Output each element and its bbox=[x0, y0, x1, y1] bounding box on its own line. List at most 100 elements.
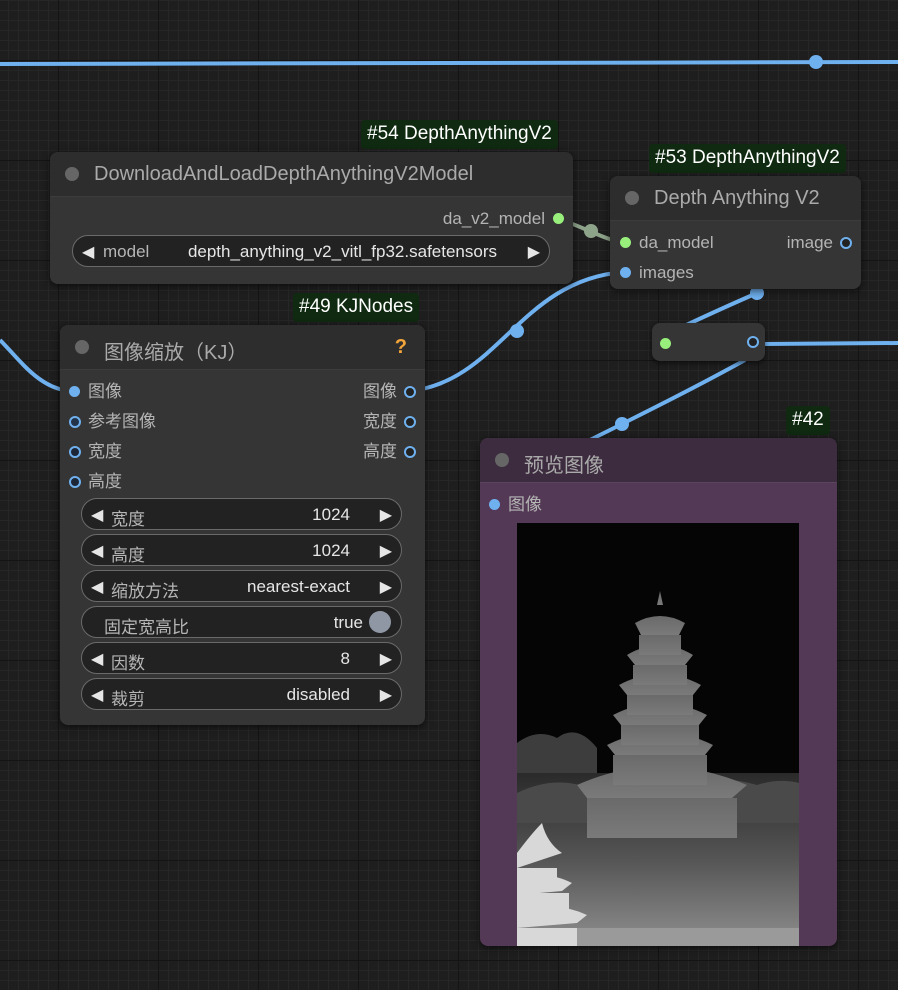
node-42[interactable]: 预览图像 图像 bbox=[480, 438, 837, 946]
input-label: 参考图像 bbox=[88, 412, 156, 431]
height-output-dot-icon[interactable] bbox=[404, 446, 416, 458]
input-label: images bbox=[639, 263, 694, 282]
node-53-title: Depth Anything V2 bbox=[654, 187, 820, 209]
widget-value: disabled bbox=[286, 685, 350, 704]
input-slot-images[interactable]: 图像 bbox=[486, 494, 542, 516]
widget-label: 裁剪 bbox=[111, 690, 145, 709]
output-slot-width[interactable]: 宽度 bbox=[363, 411, 419, 433]
triangle-left-icon[interactable]: ◀ bbox=[91, 685, 103, 705]
input-slot-width[interactable]: 宽度 bbox=[66, 441, 122, 463]
node-42-header[interactable]: 预览图像 bbox=[480, 438, 837, 483]
output-label: 高度 bbox=[363, 442, 397, 461]
output-label: da_v2_model bbox=[442, 209, 545, 228]
height-number-widget[interactable]: ◀ 高度 1024 ▶ bbox=[81, 534, 402, 566]
widget-label: 缩放方法 bbox=[111, 582, 179, 601]
triangle-right-icon[interactable]: ▶ bbox=[528, 242, 540, 262]
input-label: 图像 bbox=[508, 495, 542, 514]
toggle-knob-icon[interactable] bbox=[369, 611, 391, 633]
node-42-badge: #42 bbox=[786, 406, 830, 435]
node-53-badge: #53 DepthAnythingV2 bbox=[649, 144, 846, 173]
link-reroute-right bbox=[757, 341, 898, 346]
node-53-header[interactable]: Depth Anything V2 bbox=[610, 176, 861, 221]
graph-canvas[interactable]: #54 DepthAnythingV2 DownloadAndLoadDepth… bbox=[0, 0, 898, 990]
collapse-dot-icon[interactable] bbox=[625, 191, 639, 205]
image-input-dot-icon[interactable] bbox=[620, 267, 631, 278]
node-54[interactable]: DownloadAndLoadDepthAnythingV2Model da_v… bbox=[50, 152, 573, 284]
image-output-dot-icon[interactable] bbox=[840, 237, 852, 249]
link-49-to-53-midpoint bbox=[510, 324, 524, 338]
collapse-dot-icon[interactable] bbox=[495, 453, 509, 467]
depth-map-image bbox=[517, 523, 799, 946]
triangle-right-icon[interactable]: ▶ bbox=[380, 541, 392, 561]
widget-label: 固定宽高比 bbox=[104, 618, 189, 637]
triangle-left-icon[interactable]: ◀ bbox=[82, 242, 94, 262]
widget-label: 高度 bbox=[111, 546, 145, 565]
node-49-badge: #49 KJNodes bbox=[293, 293, 420, 322]
model-input-dot-icon[interactable] bbox=[620, 237, 631, 248]
reroute-output-dot-icon[interactable] bbox=[747, 336, 759, 348]
output-slot-height[interactable]: 高度 bbox=[363, 441, 419, 463]
model-output-dot-icon[interactable] bbox=[553, 213, 564, 224]
widget-value: nearest-exact bbox=[247, 577, 350, 596]
reroute-node[interactable] bbox=[652, 323, 765, 361]
triangle-left-icon[interactable]: ◀ bbox=[91, 541, 103, 561]
input-slot-ref-image[interactable]: 参考图像 bbox=[66, 411, 156, 433]
image-input-dot-icon[interactable] bbox=[69, 386, 80, 397]
ref-image-input-dot-icon[interactable] bbox=[69, 416, 81, 428]
input-label: 高度 bbox=[88, 472, 122, 491]
model-combo[interactable]: ◀ model depth_anything_v2_vitl_fp32.safe… bbox=[72, 235, 550, 267]
height-input-dot-icon[interactable] bbox=[69, 476, 81, 488]
collapse-dot-icon[interactable] bbox=[65, 167, 79, 181]
preview-image[interactable] bbox=[517, 523, 799, 946]
node-49[interactable]: 图像缩放（KJ） ? 图像 参考图像 宽度 高度 图像 宽度 高度 ◀ 宽度 1… bbox=[60, 325, 425, 725]
image-output-dot-icon[interactable] bbox=[404, 386, 416, 398]
input-slot-image[interactable]: 图像 bbox=[66, 381, 122, 403]
upscale-method-combo[interactable]: ◀ 缩放方法 nearest-exact ▶ bbox=[81, 570, 402, 602]
output-slot-image[interactable]: 图像 bbox=[363, 381, 419, 403]
widget-value: 1024 bbox=[312, 541, 350, 560]
collapse-dot-icon[interactable] bbox=[75, 340, 89, 354]
output-label: 图像 bbox=[363, 382, 397, 401]
reroute-input-dot-icon[interactable] bbox=[660, 338, 671, 349]
width-number-widget[interactable]: ◀ 宽度 1024 ▶ bbox=[81, 498, 402, 530]
triangle-right-icon[interactable]: ▶ bbox=[380, 649, 392, 669]
node-53[interactable]: Depth Anything V2 da_model images image bbox=[610, 176, 861, 289]
help-icon[interactable]: ? bbox=[395, 336, 407, 359]
link-top bbox=[0, 60, 898, 66]
node-42-title: 预览图像 bbox=[524, 455, 604, 477]
input-slot-height[interactable]: 高度 bbox=[66, 471, 122, 493]
link-54-to-53-midpoint bbox=[584, 224, 598, 238]
crop-combo[interactable]: ◀ 裁剪 disabled ▶ bbox=[81, 678, 402, 710]
widget-value: 1024 bbox=[312, 505, 350, 524]
input-slot-da-model[interactable]: da_model bbox=[617, 232, 714, 254]
width-input-dot-icon[interactable] bbox=[69, 446, 81, 458]
keep-proportion-toggle[interactable]: 固定宽高比 true bbox=[81, 606, 402, 638]
node-54-title: DownloadAndLoadDepthAnythingV2Model bbox=[94, 163, 474, 185]
widget-value: depth_anything_v2_vitl_fp32.safetensors bbox=[187, 242, 497, 261]
node-54-header[interactable]: DownloadAndLoadDepthAnythingV2Model bbox=[50, 152, 573, 197]
link-49-to-53 bbox=[410, 270, 625, 393]
width-output-dot-icon[interactable] bbox=[404, 416, 416, 428]
output-slot-da-v2-model[interactable]: da_v2_model bbox=[443, 208, 567, 230]
node-54-badge: #54 DepthAnythingV2 bbox=[361, 120, 558, 149]
link-to-42-midpoint bbox=[615, 417, 629, 431]
link-top-midpoint bbox=[809, 55, 823, 69]
widget-label: 因数 bbox=[111, 654, 145, 673]
triangle-right-icon[interactable]: ▶ bbox=[380, 505, 392, 525]
widget-label: 宽度 bbox=[111, 510, 145, 529]
input-slot-images[interactable]: images bbox=[617, 262, 694, 284]
output-slot-image[interactable]: image bbox=[787, 232, 855, 254]
link-to-42 bbox=[589, 358, 746, 442]
output-label: 宽度 bbox=[363, 412, 397, 431]
triangle-left-icon[interactable]: ◀ bbox=[91, 649, 103, 669]
widget-value: 8 bbox=[340, 649, 350, 668]
divisible-by-widget[interactable]: ◀ 因数 8 ▶ bbox=[81, 642, 402, 674]
node-49-header[interactable]: 图像缩放（KJ） ? bbox=[60, 325, 425, 370]
image-input-dot-icon[interactable] bbox=[489, 499, 500, 510]
triangle-left-icon[interactable]: ◀ bbox=[91, 505, 103, 525]
triangle-left-icon[interactable]: ◀ bbox=[91, 577, 103, 597]
widget-label: model bbox=[103, 242, 150, 261]
triangle-right-icon[interactable]: ▶ bbox=[380, 685, 392, 705]
triangle-right-icon[interactable]: ▶ bbox=[380, 577, 392, 597]
node-49-title: 图像缩放（KJ） bbox=[104, 342, 248, 364]
